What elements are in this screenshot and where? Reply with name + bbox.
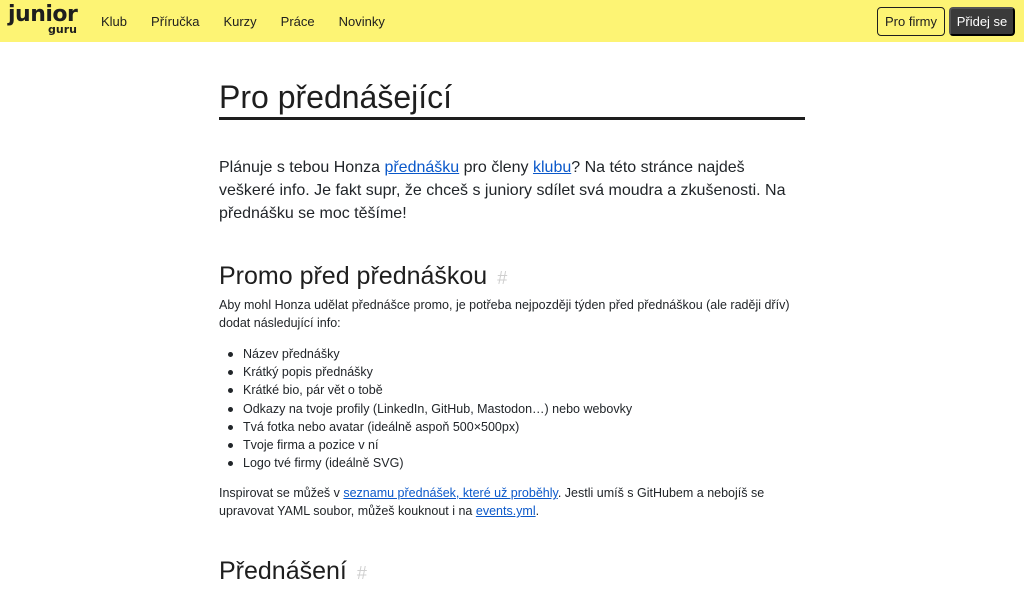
logo-text-sub: guru	[48, 23, 77, 36]
list-item: Krátké bio, pár vět o tobě	[228, 381, 803, 399]
club-link[interactable]: klubu	[533, 159, 571, 176]
page-title: Pro přednášející	[219, 78, 805, 120]
nav-link-novinky[interactable]: Novinky	[339, 14, 385, 29]
list-item: Odkazy na tvoje profily (LinkedIn, GitHu…	[228, 400, 803, 418]
speaking-heading-text: Přednášení	[219, 557, 347, 585]
speaking-heading: Přednášení #	[219, 556, 805, 588]
promo-outro: Inspirovat se můžeš v seznamu přednášek,…	[219, 484, 805, 520]
events-yml-link[interactable]: events.yml	[476, 504, 536, 518]
speaking-anchor-link[interactable]: #	[357, 563, 367, 583]
nav-link-klub[interactable]: Klub	[101, 14, 127, 29]
list-item: Název přednášky	[228, 345, 803, 363]
nav-link-prirucka[interactable]: Příručka	[151, 14, 199, 29]
list-item: Tvoje firma a pozice v ní	[228, 436, 803, 454]
past-lectures-link[interactable]: seznamu přednášek, které už proběhly	[343, 486, 557, 500]
nav-link-prace[interactable]: Práce	[281, 14, 315, 29]
top-navbar: junior guru Klub Příručka Kurzy Práce No…	[0, 0, 1024, 42]
list-item: Logo tvé firmy (ideálně SVG)	[228, 454, 803, 472]
for-companies-button[interactable]: Pro firmy	[877, 7, 945, 36]
lead-paragraph: Plánuje s tebou Honza přednášku pro člen…	[219, 156, 805, 225]
promo-intro: Aby mohl Honza udělat přednášce promo, j…	[219, 298, 790, 330]
promo-heading-text: Promo před přednáškou	[219, 262, 488, 290]
lead-text-2: pro členy	[459, 159, 533, 176]
promo-heading: Promo před přednáškou #	[219, 261, 805, 293]
promo-anchor-link[interactable]: #	[497, 268, 507, 288]
promo-requirements-list: Název přednášky Krátký popis přednášky K…	[228, 345, 803, 472]
list-item: Tvá fotka nebo avatar (ideálně aspoň 500…	[228, 418, 803, 436]
junior-guru-logo[interactable]: junior guru	[8, 2, 80, 38]
main-nav: Klub Příručka Kurzy Práce Novinky	[101, 0, 409, 42]
outro-text-3: .	[535, 504, 540, 518]
outro-text-1: Inspirovat se můžeš v	[219, 486, 344, 500]
lecture-link[interactable]: přednášku	[384, 159, 459, 176]
join-button[interactable]: Přidej se	[949, 7, 1015, 36]
lead-text-1: Plánuje s tebou Honza	[219, 159, 385, 176]
nav-link-kurzy[interactable]: Kurzy	[223, 14, 256, 29]
list-item: Krátký popis přednášky	[228, 363, 803, 381]
